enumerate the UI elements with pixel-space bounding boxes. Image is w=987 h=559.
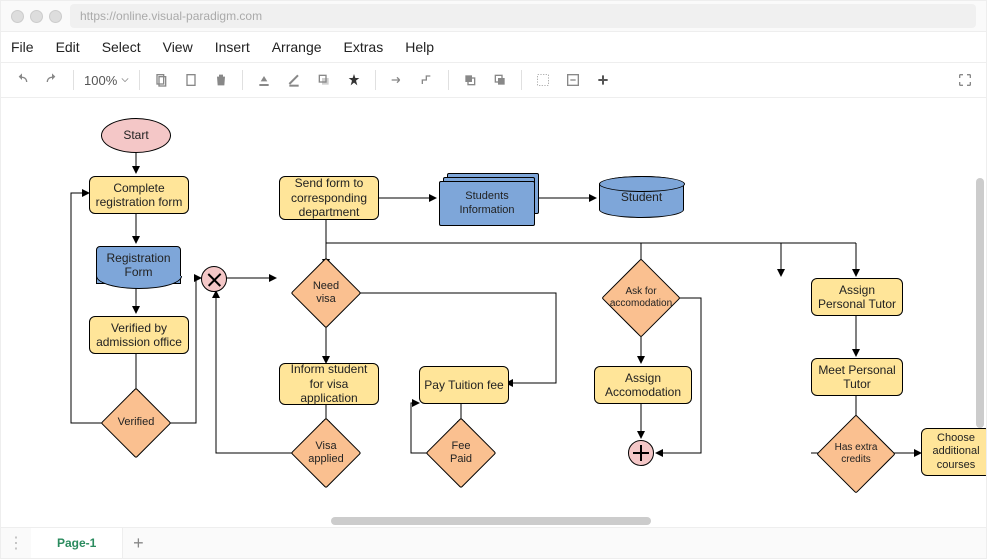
node-send-form[interactable]: Send form to corresponding department	[279, 176, 379, 220]
node-assign-tutor[interactable]: Assign Personal Tutor	[811, 278, 903, 316]
add-button[interactable]	[592, 69, 614, 91]
horizontal-scrollbar[interactable]	[331, 517, 651, 525]
node-meet-tutor[interactable]: Meet Personal Tutor	[811, 358, 903, 396]
node-fee-paid[interactable]: Fee Paid	[436, 428, 486, 478]
diagram-canvas[interactable]: Start Complete registration form Registr…	[1, 98, 986, 527]
app-window: https://online.visual-paradigm.com File …	[0, 0, 987, 559]
footer: ⋮ Page-1 +	[1, 527, 986, 558]
node-choose-courses[interactable]: Choose additional courses	[921, 428, 986, 476]
delete-button[interactable]	[210, 69, 232, 91]
fullscreen-button[interactable]	[954, 69, 976, 91]
node-students-info[interactable]: Students Information	[439, 173, 529, 219]
page-menu-icon[interactable]: ⋮	[1, 533, 31, 553]
node-plus-gateway[interactable]	[628, 440, 654, 466]
menubar: File Edit Select View Insert Arrange Ext…	[1, 32, 986, 63]
node-verified-by[interactable]: Verified by admission office	[89, 316, 189, 354]
page-tab-1[interactable]: Page-1	[31, 528, 123, 558]
fit-button[interactable]	[562, 69, 584, 91]
style-button[interactable]	[343, 69, 365, 91]
node-visa-applied[interactable]: Visa applied	[301, 428, 351, 478]
menu-edit[interactable]: Edit	[56, 39, 80, 55]
vertical-scrollbar[interactable]	[976, 178, 984, 428]
node-pay-tuition[interactable]: Pay Tuition fee	[419, 366, 509, 404]
node-assign-accom[interactable]: Assign Accomodation	[594, 366, 692, 404]
node-ask-accom[interactable]: Ask for accomodation	[613, 270, 669, 326]
menu-view[interactable]: View	[163, 39, 193, 55]
to-front-button[interactable]	[459, 69, 481, 91]
close-dot[interactable]	[11, 10, 24, 23]
add-page-button[interactable]: +	[123, 533, 153, 554]
menu-extras[interactable]: Extras	[344, 39, 384, 55]
max-dot[interactable]	[49, 10, 62, 23]
menu-help[interactable]: Help	[405, 39, 434, 55]
node-student[interactable]: Student	[599, 176, 684, 218]
node-need-visa[interactable]: Need visa	[301, 268, 351, 318]
node-registration-form[interactable]: Registration Form	[96, 246, 181, 284]
menu-arrange[interactable]: Arrange	[272, 39, 322, 55]
to-back-button[interactable]	[489, 69, 511, 91]
node-complete-registration[interactable]: Complete registration form	[89, 176, 189, 214]
menu-select[interactable]: Select	[102, 39, 141, 55]
toolbar: 100%	[1, 63, 986, 98]
url-bar[interactable]: https://online.visual-paradigm.com	[70, 4, 976, 28]
node-x-gateway[interactable]	[201, 266, 227, 292]
traffic-lights	[11, 10, 62, 23]
node-verified[interactable]: Verified	[111, 398, 161, 448]
waypoint-button[interactable]	[416, 69, 438, 91]
node-start[interactable]: Start	[101, 118, 171, 153]
shadow-button[interactable]	[313, 69, 335, 91]
node-inform-visa[interactable]: Inform student for visa application	[279, 363, 379, 405]
menu-file[interactable]: File	[11, 39, 34, 55]
connection-button[interactable]	[386, 69, 408, 91]
line-color-button[interactable]	[283, 69, 305, 91]
paste-button[interactable]	[180, 69, 202, 91]
menu-insert[interactable]: Insert	[215, 39, 250, 55]
min-dot[interactable]	[30, 10, 43, 23]
fill-color-button[interactable]	[253, 69, 275, 91]
copy-button[interactable]	[150, 69, 172, 91]
undo-button[interactable]	[11, 69, 33, 91]
titlebar: https://online.visual-paradigm.com	[1, 1, 986, 32]
redo-button[interactable]	[41, 69, 63, 91]
grid-button[interactable]	[532, 69, 554, 91]
node-extra-credits[interactable]: Has extra credits	[828, 426, 884, 482]
zoom-select[interactable]: 100%	[84, 73, 129, 88]
